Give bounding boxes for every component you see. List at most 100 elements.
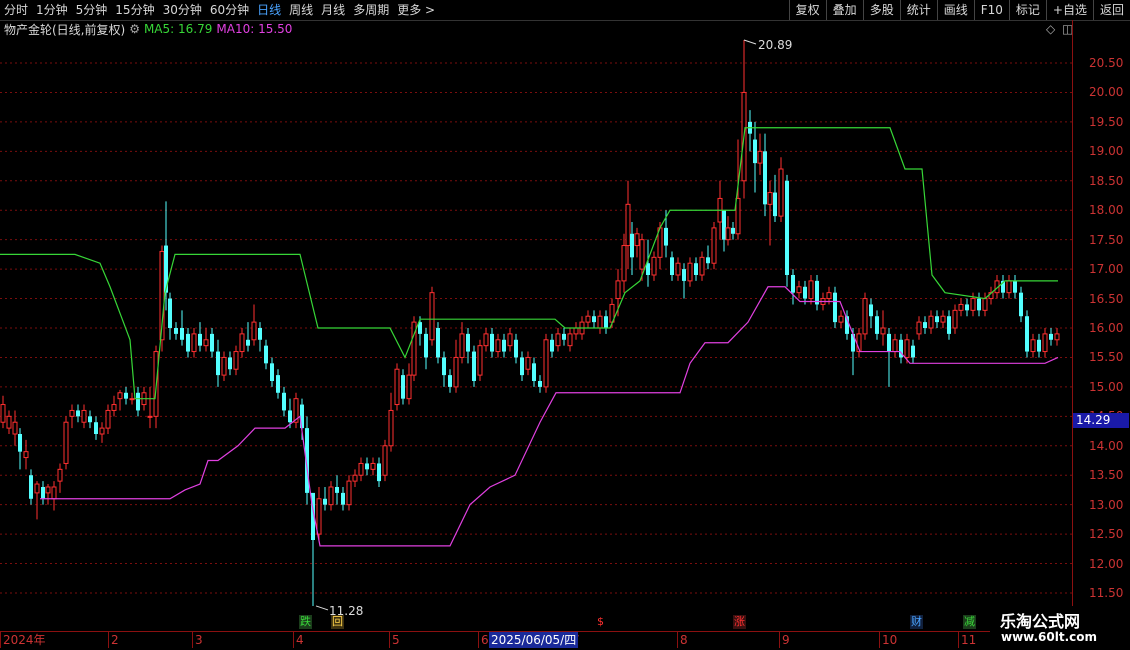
price-tick: 16.00 bbox=[1089, 321, 1124, 335]
candle-body bbox=[459, 333, 465, 358]
period-tab-4[interactable]: 30分钟 bbox=[159, 0, 206, 20]
period-tab-7[interactable]: 周线 bbox=[285, 0, 317, 20]
candle-body bbox=[406, 374, 412, 400]
period-tab-8[interactable]: 月线 bbox=[317, 0, 349, 20]
event-marker[interactable]: 回 bbox=[331, 615, 344, 629]
toolbar-button-2[interactable]: 多股 bbox=[862, 0, 900, 20]
candle-body bbox=[838, 315, 844, 323]
candle-body bbox=[453, 356, 459, 388]
watermark-title: 乐淘公式网 bbox=[1000, 612, 1081, 631]
toolbar-button-0[interactable]: 复权 bbox=[788, 0, 826, 20]
candle-body bbox=[270, 363, 274, 381]
candle-body bbox=[365, 463, 369, 470]
candle-body bbox=[952, 309, 958, 329]
candle-body bbox=[634, 233, 640, 247]
candle-body bbox=[328, 486, 334, 506]
candle-body bbox=[543, 339, 549, 388]
diamond-icon[interactable]: ◇ bbox=[1046, 22, 1055, 36]
price-tick: 13.50 bbox=[1089, 468, 1124, 483]
candle-body bbox=[1006, 280, 1012, 294]
candle-body bbox=[711, 227, 717, 264]
candle-body bbox=[904, 339, 910, 358]
candle-body bbox=[346, 480, 352, 506]
candle-body bbox=[687, 262, 693, 282]
candlestick-chart[interactable]: 20.8911.28 bbox=[0, 38, 1072, 631]
candle-body bbox=[124, 392, 128, 399]
candle-body bbox=[69, 409, 75, 417]
candle-body bbox=[670, 257, 674, 275]
toolbar-button-3[interactable]: 统计 bbox=[899, 0, 937, 20]
candle-body bbox=[436, 328, 440, 358]
period-tab-1[interactable]: 1分钟 bbox=[32, 0, 72, 20]
candle-body bbox=[352, 474, 358, 482]
candle-body bbox=[191, 333, 197, 353]
toolbar-button-6[interactable]: 标记 bbox=[1008, 0, 1046, 20]
candle-body bbox=[532, 363, 536, 381]
candle-body bbox=[0, 404, 6, 423]
candle-body bbox=[538, 381, 542, 387]
date-tick: 4 bbox=[293, 632, 304, 648]
toolbar-button-5[interactable]: F10 bbox=[973, 0, 1009, 20]
candle-body bbox=[99, 427, 105, 435]
toolbar-button-1[interactable]: 叠加 bbox=[825, 0, 863, 20]
candle-body bbox=[1019, 292, 1023, 317]
period-tab-5[interactable]: 60分钟 bbox=[206, 0, 253, 20]
candle-body bbox=[826, 292, 832, 300]
candle-body bbox=[562, 333, 566, 340]
settings-icon[interactable]: ⚙ bbox=[129, 22, 140, 36]
event-marker[interactable]: $ bbox=[596, 615, 605, 629]
price-tick: 12.50 bbox=[1089, 527, 1124, 542]
toolbar-button-4[interactable]: 画线 bbox=[936, 0, 974, 20]
low-pointer bbox=[315, 605, 329, 611]
toolbar-button-8[interactable]: 返回 bbox=[1092, 0, 1130, 20]
high-pointer bbox=[743, 39, 757, 45]
candle-body bbox=[466, 333, 470, 352]
event-marker[interactable]: 减 bbox=[963, 615, 976, 629]
candle-body bbox=[803, 286, 807, 299]
candle-body bbox=[377, 463, 381, 482]
candle-body bbox=[51, 486, 57, 500]
candle-body bbox=[174, 328, 178, 334]
date-axis: 2024年2345678910112025/06/05/四 bbox=[0, 631, 1072, 649]
period-tab-9[interactable]: 多周期 bbox=[349, 0, 393, 20]
price-tick: 12.00 bbox=[1089, 556, 1124, 571]
event-marker[interactable]: 涨 bbox=[733, 615, 746, 629]
candle-body bbox=[341, 492, 345, 505]
candle-body bbox=[180, 328, 184, 340]
candle-body bbox=[1013, 280, 1017, 293]
candle-body bbox=[1054, 333, 1060, 341]
period-tab-2[interactable]: 5分钟 bbox=[72, 0, 112, 20]
candle-body bbox=[258, 328, 262, 340]
candle-body bbox=[216, 351, 220, 376]
event-marker[interactable]: 财 bbox=[910, 615, 923, 629]
cursor-date-label: 2025/06/05/四 bbox=[489, 632, 579, 648]
toolbar-button-7[interactable]: +自选 bbox=[1045, 0, 1093, 20]
candle-body bbox=[833, 292, 837, 323]
date-tick: 2 bbox=[108, 632, 119, 648]
candle-body bbox=[12, 421, 18, 435]
toolbar-buttons: 复权 叠加 多股 统计 画线 F10 标记 +自选 返回 bbox=[788, 0, 1130, 20]
period-tab-0[interactable]: 分时 bbox=[0, 0, 32, 20]
candle-body bbox=[694, 263, 698, 275]
stock-title[interactable]: 物产金轮(日线,前复权) bbox=[4, 21, 125, 38]
indicator-info-bar: 物产金轮(日线,前复权) ⚙ MA5: 16.79 MA10: 15.50 ◇ … bbox=[0, 20, 1075, 38]
date-tick: 11 bbox=[958, 632, 976, 648]
candle-body bbox=[514, 339, 518, 358]
candle-body bbox=[1037, 339, 1041, 352]
candle-body bbox=[639, 239, 645, 270]
event-marker[interactable]: 跌 bbox=[299, 615, 312, 629]
date-tick: 3 bbox=[192, 632, 203, 648]
candle-body bbox=[477, 345, 483, 376]
period-tab-10[interactable]: 更多 > bbox=[393, 0, 439, 20]
candle-body bbox=[282, 392, 286, 411]
candle-body bbox=[970, 298, 976, 311]
period-tab-3[interactable]: 15分钟 bbox=[111, 0, 158, 20]
candle-body bbox=[448, 375, 452, 387]
candle-body bbox=[621, 245, 627, 282]
ma5-value: MA5: 16.79 bbox=[143, 22, 213, 36]
date-tick: 10 bbox=[879, 632, 897, 648]
candle-body bbox=[495, 339, 501, 353]
candle-body bbox=[6, 415, 12, 429]
price-tick: 15.50 bbox=[1089, 350, 1124, 365]
period-tab-6[interactable]: 日线 bbox=[253, 0, 285, 20]
